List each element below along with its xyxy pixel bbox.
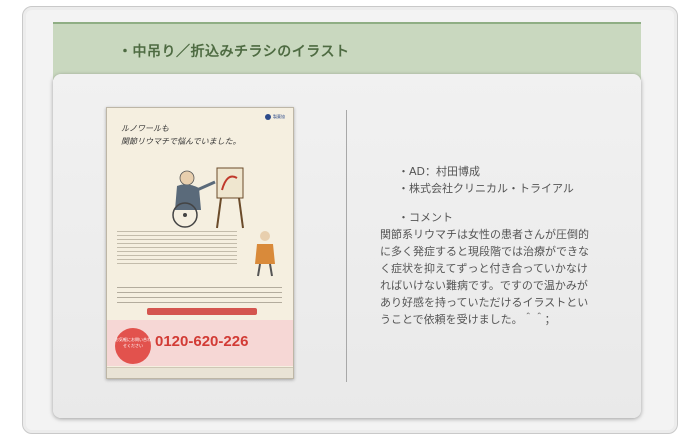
vertical-divider xyxy=(346,110,347,382)
flyer-body-text xyxy=(117,228,237,264)
logo-mark-icon xyxy=(265,114,271,120)
painter-body xyxy=(175,184,201,210)
flyer-contact-badge: お気軽にお問い合わせください xyxy=(115,328,151,364)
flyer-logo-text: 製薬協 xyxy=(273,114,285,119)
flyer-illustration-image[interactable]: 製薬協 ルノワールも 関節リウマチで悩んでいました。 お気軽にお問い合わせくださ… xyxy=(106,107,294,379)
easel-leg-left xyxy=(216,197,222,229)
easel-leg-right xyxy=(238,197,244,229)
flyer-heading: ルノワールも 関節リウマチで悩んでいました。 xyxy=(121,124,241,146)
flyer-bottom-strip xyxy=(107,367,293,378)
comment-line: に多く発症すると現段階では治療ができな xyxy=(380,245,589,258)
painter-head xyxy=(179,170,195,186)
painter-illustration xyxy=(172,167,244,229)
flyer-sub-text xyxy=(117,283,282,303)
painter-arm xyxy=(196,180,216,192)
flyer-logo: 製薬協 xyxy=(265,114,285,120)
project-info: ・AD：村田博成 ・株式会社クリニカル・トライアル ・コメント 関節系リウマチは… xyxy=(380,163,638,328)
comment-line: ればいけない難病です。ですので温かみが xyxy=(380,279,588,292)
company-credit: ・株式会社クリニカル・トライアル xyxy=(398,182,574,195)
flyer-cta-bar xyxy=(147,308,257,315)
comment-line: あり好感を持っていただけるイラストとい xyxy=(380,296,589,309)
wheel-hub xyxy=(183,213,187,217)
comment-line: く症状を抑えてずっと付き合っていかなけ xyxy=(380,262,588,275)
ad-credit: ・AD：村田博成 xyxy=(398,165,480,178)
comment-text: 関節系リウマチは女性の患者さんが圧倒的 に多く発症すると現段階では治療ができな … xyxy=(380,226,638,328)
comment-label: ・コメント xyxy=(398,211,453,224)
flyer-phone-number: 0120-620-226 xyxy=(155,333,249,350)
section-title: ・中吊り／折込みチラシのイラスト xyxy=(118,44,350,60)
comment-line: うことで依頼を受けました。＾＾； xyxy=(380,313,556,326)
comment-line: 関節系リウマチは女性の患者さんが圧倒的 xyxy=(380,228,589,241)
small-figure-illustration xyxy=(255,231,275,277)
easel-canvas xyxy=(216,167,244,199)
